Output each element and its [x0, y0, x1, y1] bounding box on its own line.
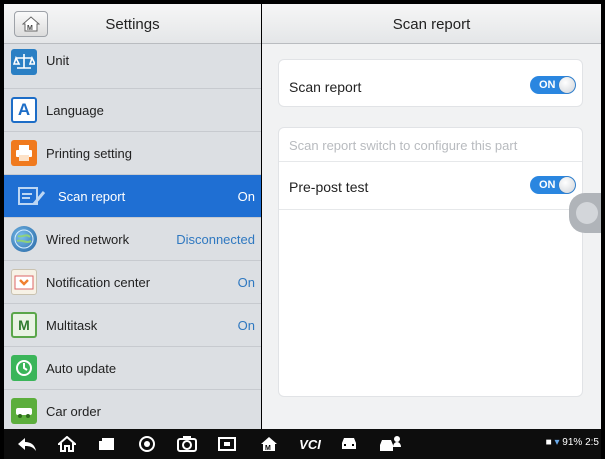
sidebar-item-wired-network[interactable]: Wired network Disconnected [4, 218, 261, 261]
sidebar-item-label: Unit [46, 53, 70, 68]
sidebar-item-car-order[interactable]: Car order [4, 390, 261, 429]
config-hint: Scan report switch to configure this par… [289, 138, 518, 153]
sidebar-item-multitask[interactable]: M Multitask On [4, 304, 261, 347]
notification-icon: ■ [545, 437, 552, 448]
prepost-label: Pre-post test [289, 179, 369, 195]
printer-icon [11, 140, 37, 166]
screen-mirror-icon [218, 437, 236, 451]
vci-icon: VCI [299, 436, 321, 452]
scan-report-card: Scan report ON [278, 59, 583, 107]
battery-status: 91% 2:5 [562, 437, 599, 448]
sidebar-item-label: Wired network [46, 231, 130, 247]
toggle-on-text: ON [539, 179, 556, 191]
toggle-on-text: ON [539, 79, 556, 91]
screen-mirror-button[interactable] [216, 434, 238, 454]
divider [279, 161, 582, 162]
maxisys-home-button[interactable]: M [258, 434, 280, 454]
camera-button[interactable] [176, 434, 198, 454]
clock-icon [11, 355, 37, 381]
sidebar-item-label: Scan report [58, 188, 126, 204]
sidebar-item-printing[interactable]: Printing setting [4, 132, 261, 175]
chrome-icon [139, 436, 155, 452]
settings-header: M Settings [4, 4, 261, 44]
home-icon [58, 436, 76, 452]
scale-icon [11, 49, 37, 75]
floating-assistive-button[interactable] [569, 193, 601, 233]
sidebar-item-label: Printing setting [46, 145, 132, 161]
back-icon [18, 438, 36, 451]
divider [279, 209, 582, 210]
back-button[interactable] [16, 434, 38, 454]
home-nav-button[interactable] [56, 434, 78, 454]
detail-header: Scan report [262, 4, 601, 44]
sidebar-item-status: On [237, 317, 255, 333]
svg-text:M: M [265, 445, 271, 452]
settings-menu: Unit A Language Printing setting Scan re… [4, 45, 261, 429]
sidebar-item-status: On [237, 188, 255, 204]
page-title: Scan report [392, 16, 471, 33]
sidebar-item-scan-report[interactable]: Scan report On [4, 175, 261, 218]
sidebar-item-status: Disconnected [176, 231, 255, 247]
camera-icon [177, 436, 197, 452]
vci-button[interactable]: VCI [296, 434, 324, 454]
settings-sidebar: M Settings Unit A Language Printing sett… [4, 4, 261, 429]
car-icon [342, 438, 356, 449]
status-bar: ■ ▾ 91% 2:5 [546, 437, 599, 448]
settings-title: Settings [105, 16, 160, 33]
language-icon: A [11, 97, 37, 123]
globe-icon [11, 226, 37, 252]
sidebar-item-label: Car order [46, 403, 101, 419]
sidebar-item-label: Multitask [46, 317, 98, 333]
system-navbar: M VCI ■ ▾ 91% 2:5 [4, 429, 601, 459]
toggle-knob [559, 177, 575, 193]
assistive-dot [576, 202, 598, 224]
recent-apps-button[interactable] [96, 434, 118, 454]
sidebar-item-label: Notification center [46, 274, 151, 290]
sidebar-item-label: Language [46, 102, 104, 118]
detail-panel: Scan report Scan report ON Scan report s… [262, 4, 601, 429]
car-user-button[interactable] [378, 434, 404, 454]
recent-apps-icon [99, 438, 114, 450]
sidebar-item-label: Auto update [46, 360, 117, 376]
wifi-icon: ▾ [554, 437, 560, 448]
car-order-icon [11, 398, 37, 424]
scan-report-icon [16, 183, 46, 209]
tablet-screen: M Settings Unit A Language Printing sett… [0, 0, 605, 459]
scan-options-card: Scan report switch to configure this par… [278, 127, 583, 397]
sidebar-item-auto-update[interactable]: Auto update [4, 347, 261, 390]
prepost-toggle[interactable]: ON [530, 176, 576, 194]
sidebar-item-language[interactable]: A Language [4, 89, 261, 132]
scan-report-label: Scan report [289, 79, 362, 95]
multitask-icon: M [11, 312, 37, 338]
sidebar-item-unit[interactable]: Unit [4, 45, 261, 89]
car-user-icon [380, 436, 401, 451]
sidebar-item-notification-center[interactable]: Notification center On [4, 261, 261, 304]
scan-report-toggle[interactable]: ON [530, 76, 576, 94]
browser-button[interactable] [136, 434, 158, 454]
notification-icon [11, 269, 37, 295]
maxisys-home-icon: M [261, 437, 277, 452]
car-button[interactable] [338, 434, 360, 454]
sidebar-item-status: On [237, 274, 255, 290]
toggle-knob [559, 77, 575, 93]
